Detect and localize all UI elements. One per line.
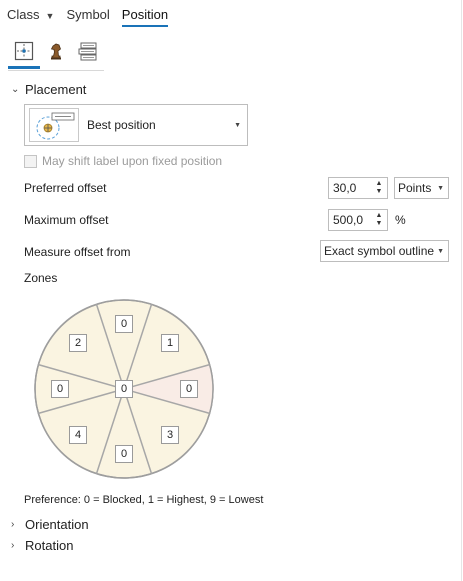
rotation-section-header[interactable]: › Rotation (11, 538, 73, 553)
top-tabs: Class ▼ Symbol Position (7, 6, 180, 28)
stepper-arrows[interactable]: ▲ ▼ (371, 180, 387, 196)
preference-legend: Preference: 0 = Blocked, 1 = Highest, 9 … (24, 494, 264, 506)
chevron-down-icon: ▼ (234, 122, 241, 129)
maximum-offset-stepper[interactable]: 500,0 ▲ ▼ (328, 209, 388, 231)
preferred-offset-stepper[interactable]: 30,0 ▲ ▼ (328, 177, 388, 199)
chevron-down-icon: ▼ (437, 248, 444, 255)
tab-position[interactable]: Position (121, 6, 169, 27)
zone-top-left[interactable]: 2 (69, 334, 87, 352)
rotation-title: Rotation (25, 538, 74, 553)
chevron-down-icon: ▼ (437, 185, 444, 192)
label-stack-icon (78, 42, 97, 61)
placement-style-label: Best position (87, 118, 156, 132)
orientation-section-header[interactable]: › Orientation (11, 517, 89, 532)
chevron-right-icon[interactable]: › (11, 540, 23, 551)
arrow-up-icon[interactable]: ▲ (376, 180, 383, 188)
tab-class[interactable]: Class ▼ (7, 6, 54, 25)
maximum-offset-label: Maximum offset (24, 213, 109, 227)
zone-bottom-left[interactable]: 4 (69, 426, 87, 444)
icon-tabs-divider (8, 70, 104, 71)
tab-conflict-icon[interactable] (40, 36, 72, 66)
zone-right[interactable]: 0 (180, 380, 198, 398)
zones-wheel[interactable]: 0 1 0 3 0 4 0 2 0 (33, 298, 215, 480)
preferred-offset-unit: Points (398, 181, 432, 195)
preferred-offset-value[interactable]: 30,0 (329, 181, 371, 195)
shift-label-checkbox (24, 154, 37, 168)
tab-symbol[interactable]: Symbol (66, 6, 109, 24)
placement-style-dropdown[interactable]: Best position ▼ (24, 104, 248, 146)
preferred-offset-unit-select[interactable]: Points ▼ (394, 177, 449, 199)
arrow-up-icon[interactable]: ▲ (376, 212, 383, 220)
chevron-down-icon[interactable]: ⌄ (11, 84, 23, 95)
measure-offset-select[interactable]: Exact symbol outline ▼ (320, 240, 449, 262)
shift-label-checkbox-row: May shift label upon fixed position (24, 154, 222, 168)
tab-position-icon[interactable] (8, 36, 40, 69)
knight-chess-icon (50, 43, 61, 60)
position-crosshair-icon (14, 41, 34, 61)
chevron-down-icon[interactable]: ▼ (46, 11, 55, 21)
arrow-down-icon[interactable]: ▼ (376, 220, 383, 228)
shift-label-text: May shift label upon fixed position (42, 154, 223, 168)
arrow-down-icon[interactable]: ▼ (376, 188, 383, 196)
zone-bottom-right[interactable]: 3 (161, 426, 179, 444)
zones-label: Zones (24, 271, 58, 285)
label-position-panel: Class ▼ Symbol Position ⌄ Placement Best… (0, 0, 462, 581)
chevron-right-icon[interactable]: › (11, 519, 23, 530)
preferred-offset-label: Preferred offset (24, 181, 107, 195)
zone-top-right[interactable]: 1 (161, 334, 179, 352)
zone-top[interactable]: 0 (115, 315, 133, 333)
measure-offset-label: Measure offset from (24, 245, 131, 259)
zone-left[interactable]: 0 (51, 380, 69, 398)
tab-label-stack[interactable] (72, 36, 104, 66)
placement-title: Placement (25, 82, 87, 97)
measure-offset-value: Exact symbol outline (324, 244, 435, 258)
zone-bottom[interactable]: 0 (115, 445, 133, 463)
maximum-offset-unit: % (395, 213, 406, 227)
orientation-title: Orientation (25, 517, 89, 532)
tab-class-label: Class (7, 7, 40, 22)
stepper-arrows[interactable]: ▲ ▼ (371, 212, 387, 228)
zone-center[interactable]: 0 (115, 380, 133, 398)
icon-tabs (8, 36, 104, 69)
maximum-offset-value[interactable]: 500,0 (329, 213, 371, 227)
placement-preview-icon (29, 108, 79, 142)
placement-section-header[interactable]: ⌄ Placement (11, 82, 86, 97)
